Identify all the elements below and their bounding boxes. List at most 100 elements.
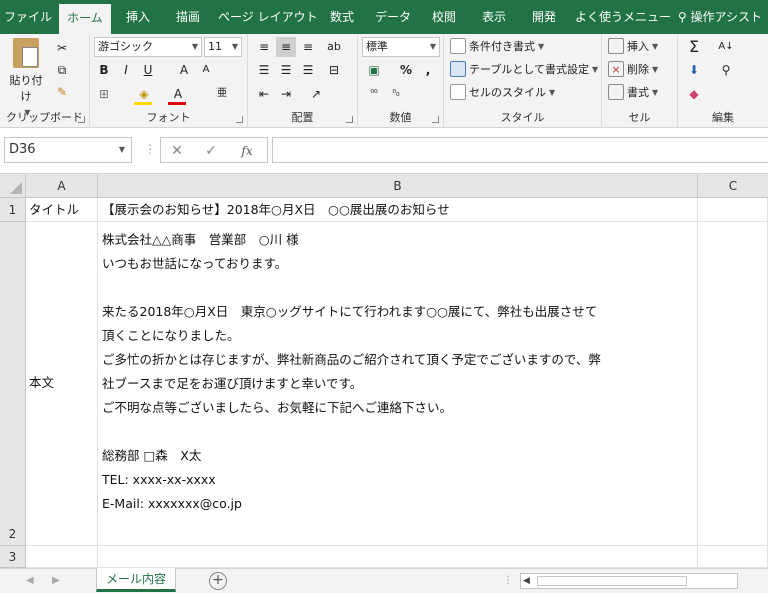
cell-a2[interactable]: 本文 [26,222,98,546]
cell-a3[interactable] [26,546,98,568]
decrease-indent-icon[interactable]: ⇤ [254,84,274,104]
cell-b1[interactable]: 【展示会のお知らせ】2018年○月X日 ○○展出展のお知らせ [98,198,698,222]
tab-formulas[interactable]: 数式 [320,0,364,34]
grow-font-button[interactable]: A [174,60,194,80]
cell-c2[interactable] [698,222,768,546]
tab-page-layout[interactable]: ページ レイアウト [218,0,318,34]
chevron-down-icon: ▼ [652,64,659,74]
comma-button[interactable]: , [418,60,438,80]
tab-review[interactable]: 校閲 [422,0,466,34]
table-icon [450,61,466,77]
sheet-tab-mail[interactable]: メール内容 [96,568,176,592]
name-box[interactable]: D36 ▼ [4,137,132,163]
cell-styles-icon [450,84,466,100]
autosum-icon[interactable]: Σ [684,37,704,57]
row-header-1[interactable]: 1 [0,198,26,222]
launcher-icon[interactable] [432,116,439,123]
number-format-select[interactable]: 標準 ▼ [362,37,440,57]
tab-insert[interactable]: 挿入 [116,0,160,34]
scroll-left-arrow-icon[interactable]: ◀ [523,574,530,588]
align-bottom-icon[interactable]: ≡ [298,37,318,57]
scrollbar-thumb[interactable] [537,576,687,586]
cell-b3[interactable] [98,546,698,568]
tab-favorites[interactable]: よく使うメニュー [573,0,673,34]
cancel-icon[interactable]: ✕ [167,141,187,161]
decrease-decimal-icon[interactable]: ⁰₀ [386,84,406,104]
currency-icon[interactable]: ▣ [364,60,384,80]
delete-cells-button[interactable]: × 削除 ▼ [608,61,658,77]
tell-me-search[interactable]: ⚲ 操作アシスト [678,0,762,34]
tab-home[interactable]: ホーム [59,4,111,34]
add-sheet-icon[interactable]: + [209,572,227,590]
column-header-b[interactable]: B [98,174,698,198]
column-header-c[interactable]: C [698,174,768,198]
insert-function-icon[interactable]: fx [237,141,257,161]
tab-view[interactable]: 表示 [472,0,516,34]
clear-icon[interactable]: ◆ [684,84,704,104]
body-line: E-Mail: xxxxxxx@co.jp [102,496,242,511]
format-painter-icon[interactable]: ✎ [52,82,72,102]
format-cells-label: 書式 [627,86,649,99]
chevron-down-icon: ▼ [538,41,545,51]
align-right-icon[interactable]: ☰ [298,60,318,80]
row-header-3[interactable]: 3 [0,546,26,568]
fill-down-icon[interactable]: ⬇ [684,60,704,80]
launcher-icon[interactable] [236,116,243,123]
launcher-icon[interactable] [346,116,353,123]
row-header-2[interactable]: 2 [0,222,26,546]
font-name-select[interactable]: 游ゴシック ▼ [94,37,202,57]
search-icon: ⚲ [677,10,687,24]
format-as-table-button[interactable]: テーブルとして書式設定 ▼ [450,61,598,77]
group-number: 標準 ▼ ▣ % , ⁰⁰ ⁰₀ 数値 [358,34,444,128]
format-as-table-label: テーブルとして書式設定 [469,63,590,76]
sort-filter-icon[interactable]: A↓ [716,37,736,57]
splitter-handle-icon[interactable]: ⋮ [503,569,513,593]
increase-decimal-icon[interactable]: ⁰⁰ [364,84,384,104]
cell-styles-button[interactable]: セルのスタイル ▼ [450,84,555,100]
select-all-button[interactable] [0,174,26,198]
find-select-icon[interactable]: ⚲ [716,60,736,80]
copy-icon[interactable]: ⧉ [52,60,72,80]
increase-indent-icon[interactable]: ⇥ [276,84,296,104]
paste-button[interactable]: 貼り付け ▼ [6,38,46,117]
orientation-icon[interactable]: ↗ [306,84,326,104]
shrink-font-button[interactable]: A [196,60,216,80]
column-header-a[interactable]: A [26,174,98,198]
enter-icon[interactable]: ✓ [201,141,221,161]
body-line: いつもお世話になっております。 [102,256,288,271]
percent-button[interactable]: % [396,60,416,80]
conditional-format-button[interactable]: 条件付き書式 ▼ [450,38,544,54]
wrap-text-icon[interactable]: ab [324,37,344,57]
merge-center-icon[interactable]: ⊟ [324,60,344,80]
tab-file[interactable]: ファイル [0,0,56,34]
formula-bar-separator: ⋮ [144,142,156,156]
cell-b2[interactable]: 株式会社△△商事 営業部 ○川 様 いつもお世話になっております。 来たる201… [98,222,698,546]
scroll-right-icon[interactable]: ▶ [52,569,60,593]
underline-button[interactable]: U [138,60,158,80]
tab-developer[interactable]: 開発 [522,0,566,34]
border-icon[interactable]: ⊞ [94,84,114,104]
horizontal-scrollbar[interactable]: ◀ [520,573,738,589]
font-size-select[interactable]: 11 ▼ [204,37,242,57]
formula-input[interactable] [272,137,768,163]
align-middle-icon[interactable]: ≡ [276,37,296,57]
cut-icon[interactable]: ✂ [52,38,72,58]
launcher-icon[interactable] [78,116,85,123]
align-center-icon[interactable]: ☰ [276,60,296,80]
italic-button[interactable]: I [116,60,136,80]
insert-cells-button[interactable]: 挿入 ▼ [608,38,658,54]
format-cells-button[interactable]: 書式 ▼ [608,84,658,100]
fill-color-icon[interactable]: ◈ [134,84,154,104]
cell-c3[interactable] [698,546,768,568]
scroll-left-icon[interactable]: ◀ [26,569,34,593]
tab-draw[interactable]: 描画 [165,0,211,34]
tab-data[interactable]: データ [370,0,416,34]
align-top-icon[interactable]: ≡ [254,37,274,57]
font-color-button[interactable]: A [168,84,188,104]
bold-button[interactable]: B [94,60,114,80]
align-left-icon[interactable]: ☰ [254,60,274,80]
cell-a1[interactable]: タイトル [26,198,98,222]
tell-me-label: 操作アシスト [690,10,762,24]
phonetic-button[interactable]: 亜 [212,84,232,104]
cell-c1[interactable] [698,198,768,222]
